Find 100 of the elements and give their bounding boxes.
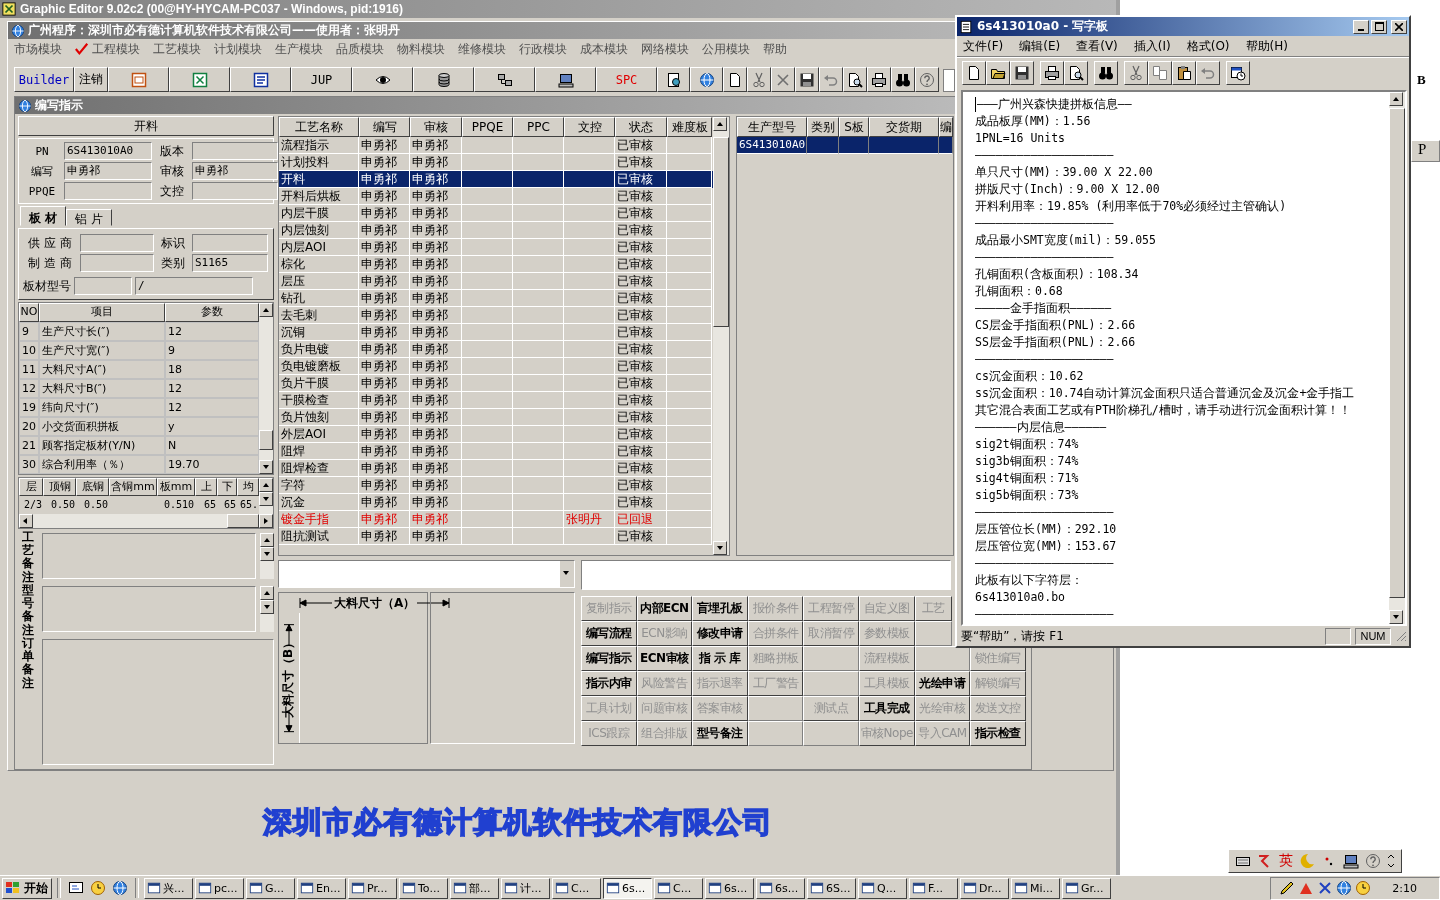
table-row[interactable]: 内层干膜 申勇祁 申勇祁 已审核 [279, 205, 713, 222]
input-field[interactable] [581, 560, 951, 590]
table-row[interactable]: 钻孔 申勇祁 申勇祁 已审核 [279, 290, 713, 307]
tab[interactable]: 板 材 [20, 206, 67, 226]
toolbar-button[interactable] [891, 67, 915, 92]
input-field[interactable] [74, 277, 132, 295]
column-header[interactable]: 生产型号 [737, 117, 807, 137]
toolbar-button[interactable]: Builder [14, 67, 74, 92]
input-field[interactable] [80, 254, 154, 272]
column-header[interactable]: S板 [839, 117, 869, 137]
help-icon[interactable] [1365, 853, 1381, 869]
taskbar-button[interactable]: Dr... [960, 877, 1009, 899]
table-row[interactable]: 去毛刺 申勇祁 申勇祁 已审核 [279, 307, 713, 324]
toolbar-button[interactable] [819, 67, 843, 92]
table-row[interactable]: 开料 申勇祁 申勇祁 已审核 [279, 171, 713, 188]
toolbar-button[interactable]: 注销 [74, 67, 108, 92]
table-row[interactable]: 流程指示 申勇祁 申勇祁 已审核 [279, 137, 713, 154]
taskbar-button[interactable]: 6s... [756, 877, 805, 899]
column-header[interactable]: PPQE [462, 117, 513, 137]
menu-item[interactable]: 工程模块 [75, 40, 140, 58]
taskbar-button[interactable]: G... [246, 877, 295, 899]
start-button[interactable]: 开始 [2, 877, 52, 899]
toolbar-button[interactable] [1124, 61, 1148, 85]
taskbar-button[interactable]: pc... [195, 877, 244, 899]
action-button[interactable]: ECN审核 [636, 646, 693, 671]
toolbar-button[interactable] [413, 67, 474, 92]
taskbar-button[interactable]: 6s... [705, 877, 754, 899]
taskbar-button[interactable]: C... [654, 877, 703, 899]
column-header[interactable]: 编 [939, 117, 953, 137]
toolbar-button[interactable] [867, 67, 891, 92]
table-row[interactable]: 外层AOI 申勇祁 申勇祁 已审核 [279, 426, 713, 443]
scrollbar[interactable] [260, 586, 274, 632]
action-button[interactable]: 指示内审 [581, 671, 637, 696]
toolbar-button[interactable] [1094, 61, 1118, 85]
toolbar-button[interactable] [723, 67, 747, 92]
menu-item[interactable]: 公用模块 [702, 40, 750, 58]
menu-item[interactable]: 品质模块 [336, 40, 384, 58]
toolbar-button[interactable] [915, 67, 939, 92]
taskbar-button[interactable]: To... [399, 877, 448, 899]
action-button[interactable]: 工具完成 [858, 696, 915, 721]
table-row[interactable]: 阻焊 申勇祁 申勇祁 已审核 [279, 443, 713, 460]
menu-item[interactable]: 成本模块 [580, 40, 628, 58]
taskbar-button[interactable]: 6S... [807, 877, 856, 899]
taskbar-button[interactable]: 部... [450, 877, 499, 899]
table-row[interactable]: 阻焊检查 申勇祁 申勇祁 已审核 [279, 460, 713, 477]
globe-icon[interactable] [112, 880, 128, 896]
action-button[interactable]: 盲埋孔板 [692, 596, 748, 621]
toolbar-button[interactable] [1148, 61, 1172, 85]
cross-icon[interactable] [1317, 880, 1334, 896]
table-row[interactable]: 沉铜 申勇祁 申勇祁 已审核 [279, 324, 713, 341]
column-header[interactable]: 类别 [807, 117, 839, 137]
taskbar-button[interactable]: Q... [858, 877, 907, 899]
toolbar-button[interactable] [1064, 61, 1088, 85]
toolbar-button[interactable] [795, 67, 819, 92]
input-field[interactable] [943, 69, 955, 92]
input-field[interactable]: 申勇祁 [192, 162, 278, 180]
toolbar-button[interactable] [1226, 61, 1250, 85]
close-button[interactable] [1391, 19, 1407, 34]
action-button[interactable]: 内部ECN [636, 596, 693, 621]
table-row[interactable]: 开料后烘板 申勇祁 申勇祁 已审核 [279, 188, 713, 205]
scrollbar[interactable] [259, 478, 273, 514]
toolbar-button[interactable] [1040, 61, 1064, 85]
scrollbar[interactable] [713, 117, 729, 555]
table-row[interactable]: 层压 申勇祁 申勇祁 已审核 [279, 273, 713, 290]
column-header[interactable]: 工艺名称 [279, 117, 359, 137]
pen-icon[interactable] [1279, 880, 1296, 896]
clock-icon[interactable] [1355, 880, 1372, 896]
scrollbar[interactable] [260, 533, 274, 579]
toolbar-button[interactable] [690, 67, 723, 92]
menu-item[interactable]: 帮助(H) [1245, 37, 1288, 55]
action-button[interactable]: 编写流程 [581, 621, 637, 646]
taskbar-button[interactable]: Pr... [348, 877, 397, 899]
taskbar-button[interactable]: Gr... [1062, 877, 1111, 899]
input-field[interactable] [192, 182, 278, 200]
menu-item[interactable]: 网络模块 [641, 40, 689, 58]
toolbar-button[interactable] [1172, 61, 1196, 85]
menu-item[interactable]: 计划模块 [214, 40, 262, 58]
input-field[interactable] [64, 182, 152, 200]
globe-icon[interactable] [1336, 880, 1353, 896]
table-row[interactable]: 内层蚀刻 申勇祁 申勇祁 已审核 [279, 222, 713, 239]
toolbar-button[interactable]: B [1411, 72, 1440, 88]
menu-item[interactable]: 编辑(E) [1019, 37, 1061, 55]
toolbar-button[interactable] [657, 67, 690, 92]
toolbar-button[interactable] [474, 67, 535, 92]
toolbar-button[interactable] [747, 67, 771, 92]
table-row[interactable]: 负电镀磨板 申勇祁 申勇祁 已审核 [279, 358, 713, 375]
taskbar-button[interactable]: 6s... [603, 877, 652, 899]
table-row[interactable]: 负片干膜 申勇祁 申勇祁 已审核 [279, 375, 713, 392]
column-header[interactable]: 难度板 [667, 117, 712, 137]
menu-item[interactable]: 行政模块 [519, 40, 567, 58]
table-row[interactable]: 字符 申勇祁 申勇祁 已审核 [279, 477, 713, 494]
document-area[interactable] [961, 90, 1407, 626]
scrollbar[interactable] [19, 514, 273, 528]
taskbar-button[interactable]: F... [909, 877, 958, 899]
action-button[interactable]: 指 示 库 [692, 646, 748, 671]
input-field[interactable] [80, 234, 154, 252]
menu-item[interactable]: 维修模块 [458, 40, 506, 58]
table-row[interactable]: 6S413010A0 [737, 137, 953, 154]
toolbar-button[interactable] [1196, 61, 1220, 85]
toolbar-button[interactable] [1010, 61, 1034, 85]
